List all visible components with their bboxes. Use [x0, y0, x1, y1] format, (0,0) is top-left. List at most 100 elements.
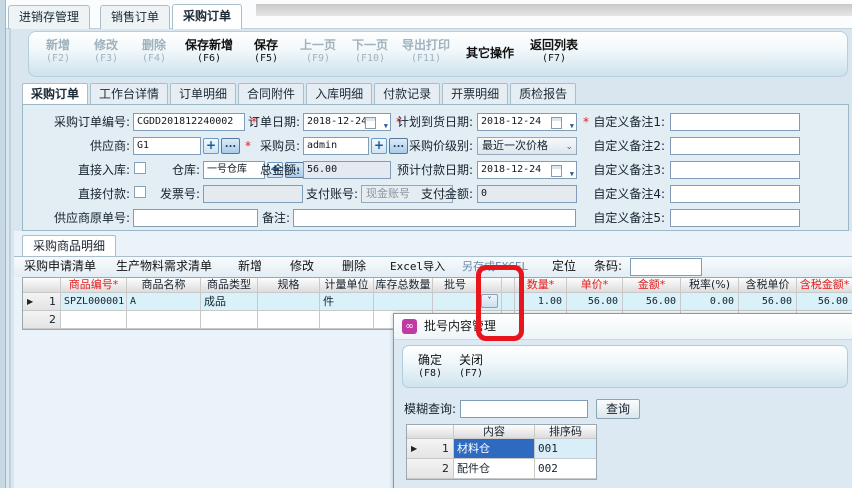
- cell-content[interactable]: 配件仓: [454, 459, 535, 479]
- material-demand-list-button[interactable]: 生产物料需求清单: [116, 257, 212, 277]
- note4-input[interactable]: [670, 185, 800, 203]
- note1-input[interactable]: [670, 113, 800, 131]
- row-selector-arrow-icon: ▶: [27, 293, 33, 310]
- back-to-list-button[interactable]: 返回列表(F7): [526, 36, 582, 70]
- cell-sort-code[interactable]: 002: [535, 459, 596, 479]
- note4-label: 自定义备注4:: [565, 184, 665, 204]
- cell-empty[interactable]: [127, 311, 201, 329]
- batch-content-dialog: ∞ 批号内容管理 确定(F8) 关闭(F7) 模糊查询: 查询 内容 排序码 ▶…: [393, 313, 852, 488]
- remark-input[interactable]: [293, 209, 576, 227]
- tab-purchase-order[interactable]: 采购订单: [172, 4, 242, 29]
- col-unit[interactable]: 计量单位: [320, 278, 374, 293]
- col-tax-price[interactable]: 含税单价: [739, 278, 797, 293]
- col-product-name[interactable]: 商品名称: [127, 278, 201, 293]
- row-selector[interactable]: 2: [23, 311, 61, 329]
- row-edit-button[interactable]: 修改: [290, 257, 314, 277]
- cell-sort-code[interactable]: 001: [535, 439, 596, 459]
- row-selector[interactable]: ▶1: [23, 293, 61, 311]
- cell-content[interactable]: 材料仓: [454, 439, 535, 459]
- price-level-select[interactable]: 最近一次价格⌄: [477, 137, 577, 155]
- pay-account-label: 支付账号:: [258, 184, 358, 204]
- cell-product-name[interactable]: A: [127, 293, 201, 311]
- plan-date-input[interactable]: 2018-12-24▼: [477, 113, 577, 131]
- col-product-code[interactable]: 商品编号*: [61, 278, 127, 293]
- row-selector[interactable]: ▶1: [407, 439, 454, 459]
- cell-empty[interactable]: [61, 311, 127, 329]
- col-product-type[interactable]: 商品类型: [201, 278, 258, 293]
- row-delete-button[interactable]: 删除: [342, 257, 366, 277]
- close-button[interactable]: 关闭(F7): [449, 351, 493, 383]
- cell-product-code[interactable]: SPZL000001: [61, 293, 127, 311]
- expect-pay-date-input[interactable]: 2018-12-24▼: [477, 161, 577, 179]
- save-new-button[interactable]: 保存新增(F6): [180, 36, 238, 70]
- fuzzy-search-input[interactable]: [460, 400, 588, 418]
- note3-label: 自定义备注3:: [565, 160, 665, 180]
- locate-button[interactable]: 定位: [552, 257, 576, 277]
- cell-unit[interactable]: 件: [320, 293, 374, 311]
- tab-inbound-detail[interactable]: 入库明细: [306, 83, 372, 105]
- fuzzy-search-label: 模糊查询:: [404, 399, 462, 419]
- col-amount[interactable]: 金额*: [623, 278, 681, 293]
- cell-empty[interactable]: [201, 311, 258, 329]
- cell-tax-price[interactable]: 56.00: [739, 293, 797, 311]
- supplier-ref-input[interactable]: [133, 209, 258, 227]
- col-sort-code[interactable]: 排序码: [535, 425, 596, 439]
- tab-invoice-detail[interactable]: 开票明细: [442, 83, 508, 105]
- cell-product-type[interactable]: 成品: [201, 293, 258, 311]
- note2-input[interactable]: [670, 137, 800, 155]
- direct-inbound-checkbox[interactable]: [134, 162, 146, 174]
- row-add-button[interactable]: 新增: [238, 257, 262, 277]
- splitter[interactable]: [9, 28, 11, 488]
- cell-amount[interactable]: 56.00: [623, 293, 681, 311]
- plan-date-label: 计划到货日期:: [373, 112, 473, 132]
- pay-amount-field: 0: [477, 185, 577, 203]
- purchase-request-list-button[interactable]: 采购申请清单: [24, 257, 96, 277]
- tab-quality-report[interactable]: 质检报告: [510, 83, 576, 105]
- save-button[interactable]: 保存(F5): [246, 36, 286, 70]
- tab-workbench-detail[interactable]: 工作台详情: [90, 83, 168, 105]
- confirm-button[interactable]: 确定(F8): [408, 351, 452, 383]
- row-selector[interactable]: 2: [407, 459, 454, 479]
- cell-price[interactable]: 56.00: [567, 293, 623, 311]
- tab-sales-order[interactable]: 销售订单: [100, 5, 170, 29]
- col-selector: [23, 278, 61, 293]
- tab-payment-record[interactable]: 付款记录: [374, 83, 440, 105]
- col-tax-amount[interactable]: 含税金额*: [797, 278, 852, 293]
- excel-import-button[interactable]: Excel导入: [390, 257, 445, 277]
- direct-pay-checkbox[interactable]: [134, 186, 146, 198]
- grid-header-row: 内容 排序码: [407, 425, 596, 439]
- col-spec[interactable]: 规格: [258, 278, 320, 293]
- col-content[interactable]: 内容: [454, 425, 535, 439]
- note1-label: 自定义备注1:: [565, 112, 665, 132]
- cell-stock-qty[interactable]: [374, 293, 433, 311]
- cell-empty[interactable]: [258, 311, 320, 329]
- tab-contract-attachment[interactable]: 合同附件: [238, 83, 304, 105]
- barcode-input[interactable]: [630, 258, 702, 276]
- note5-input[interactable]: [670, 209, 800, 227]
- cell-tax-rate[interactable]: 0.00: [681, 293, 739, 311]
- other-actions-button[interactable]: 其它操作: [462, 36, 518, 70]
- cell-spec[interactable]: [258, 293, 320, 311]
- total-amount-label: 总金额:: [180, 160, 300, 180]
- table-row[interactable]: ▶1 材料仓 001: [407, 439, 596, 459]
- dialog-title-bar[interactable]: ∞ 批号内容管理: [394, 314, 852, 340]
- table-row[interactable]: 2 配件仓 002: [407, 459, 596, 479]
- table-row[interactable]: ▶1 SPZL000001 A 成品 件 ˅ 1.00 56.00 56.00 …: [23, 293, 852, 311]
- cell-batch[interactable]: [433, 293, 478, 311]
- note3-input[interactable]: [670, 161, 800, 179]
- cell-tax-amount[interactable]: 56.00: [797, 293, 852, 311]
- col-stock-qty[interactable]: 库存总数量: [374, 278, 433, 293]
- search-button[interactable]: 查询: [596, 399, 640, 419]
- tab-product-detail[interactable]: 采购商品明细: [22, 235, 116, 257]
- tab-order-lines[interactable]: 订单明细: [170, 83, 236, 105]
- expect-pay-date-label: 预计付款日期:: [373, 160, 473, 180]
- col-tax-rate[interactable]: 税率(%): [681, 278, 739, 293]
- tab-purchase-order-detail[interactable]: 采购订单: [22, 83, 88, 105]
- buyer-input[interactable]: admin: [303, 137, 369, 155]
- order-date-label: 订单日期:: [180, 112, 300, 132]
- col-batch[interactable]: 批号: [433, 278, 478, 293]
- col-price[interactable]: 单价*: [567, 278, 623, 293]
- cell-empty[interactable]: [320, 311, 374, 329]
- note5-label: 自定义备注5:: [565, 208, 665, 228]
- tab-inventory-management[interactable]: 进销存管理: [8, 5, 90, 29]
